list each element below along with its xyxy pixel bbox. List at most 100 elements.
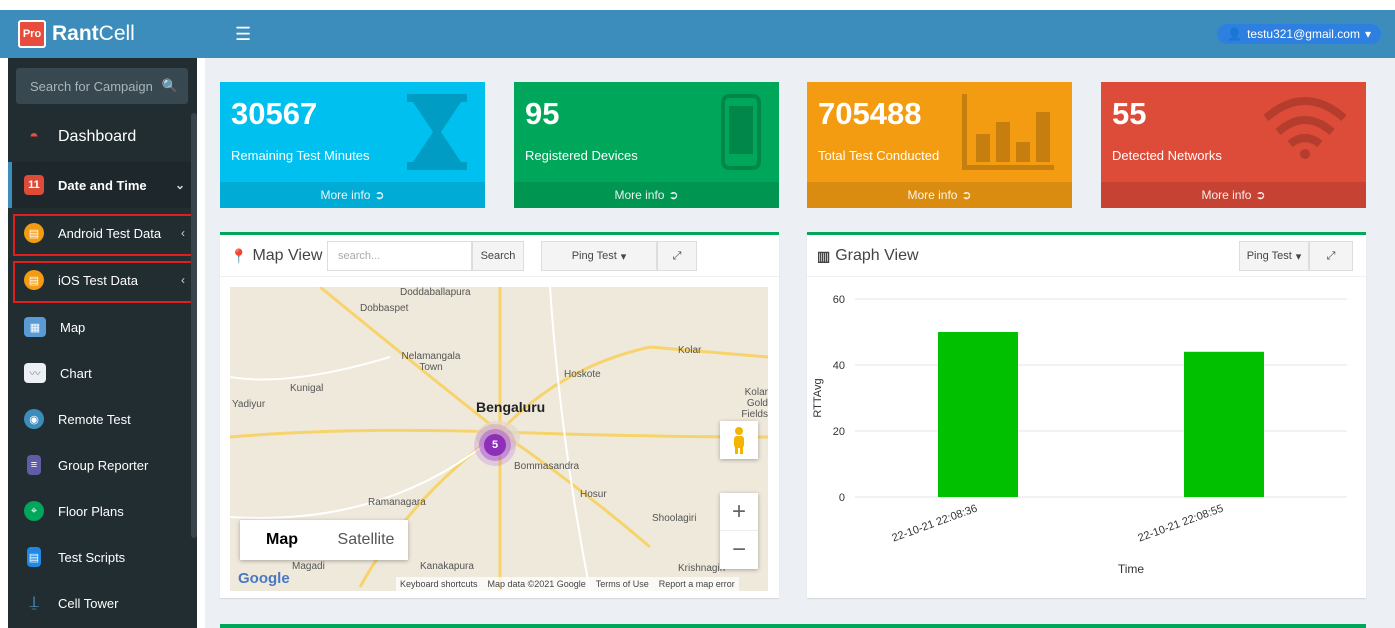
- map-search-input[interactable]: search...: [327, 241, 472, 271]
- user-menu[interactable]: 👤 testu321@gmail.com ▾: [1217, 24, 1381, 44]
- chevron-down-icon: ⌄: [174, 178, 185, 192]
- sidebar-scrollbar[interactable]: [191, 113, 197, 538]
- more-info-label: More info: [907, 188, 958, 202]
- stat-value: 55: [1112, 96, 1147, 131]
- expand-button[interactable]: ⤢: [657, 241, 697, 271]
- sidebar-search[interactable]: Search for Campaign 🔍: [16, 68, 188, 104]
- map-type-satellite[interactable]: Satellite: [324, 520, 408, 560]
- android-data-icon: ▤: [24, 223, 44, 243]
- sidebar-item-ios-test-data[interactable]: ▤ iOS Test Data ‹: [8, 257, 197, 303]
- sidebar-item-label: Chart: [60, 365, 92, 381]
- more-info-link[interactable]: More info ➲: [514, 182, 779, 208]
- map-type-map[interactable]: Map: [240, 520, 324, 560]
- map-place-label: Bommasandra: [514, 461, 580, 472]
- stat-card-total-tests: 705488 Total Test Conducted More info ➲: [807, 82, 1072, 208]
- hourglass-icon: [407, 94, 467, 170]
- sidebar-item-dashboard[interactable]: ◓ Dashboard: [8, 114, 197, 160]
- map-test-type-dropdown[interactable]: Ping Test ▾: [541, 241, 657, 271]
- map-marker-icon: 📍: [230, 247, 248, 264]
- map-type-label: Map: [266, 531, 298, 548]
- google-map[interactable]: Doddaballapura Dobbaspet Nelamangala Tow…: [230, 287, 768, 591]
- caret-down-icon: ▾: [1364, 27, 1371, 41]
- caret-down-icon: ▾: [620, 250, 627, 263]
- arrow-circle-right-icon: ➲: [961, 188, 972, 202]
- stat-label: Remaining Test Minutes: [231, 148, 370, 163]
- search-button-label: Search: [480, 250, 516, 262]
- expand-button[interactable]: ⤢: [1309, 241, 1353, 271]
- zoom-in-button[interactable]: +: [720, 493, 758, 531]
- sidebar-search-input[interactable]: Search for Campaign: [30, 79, 153, 94]
- map-icon: ▦: [24, 317, 46, 337]
- dropdown-label: Ping Test: [1246, 250, 1292, 262]
- street-view-pegman-icon[interactable]: [720, 421, 758, 459]
- y-tick-label: 20: [833, 426, 845, 438]
- ios-data-icon: ▤: [24, 270, 44, 290]
- arrow-circle-right-icon: ➲: [374, 188, 385, 202]
- bar: [1184, 351, 1264, 497]
- x-tick-label: 22-10-21 22:08:55: [1136, 503, 1225, 545]
- map-place-label: Yadiyur: [232, 399, 266, 410]
- sidebar-item-cell-tower[interactable]: ⍊ Cell Tower: [8, 580, 197, 626]
- hamburger-icon[interactable]: ☰: [235, 24, 251, 45]
- map-place-label: Magadi: [292, 561, 325, 572]
- terms-link[interactable]: Terms of Use: [596, 579, 649, 589]
- sidebar-item-label: Group Reporter: [58, 457, 149, 473]
- sidebar: Search for Campaign 🔍 ◓ Dashboard 11 Dat…: [0, 58, 205, 628]
- sidebar-item-label: Dashboard: [58, 128, 137, 145]
- y-tick-label: 60: [833, 294, 845, 306]
- map-place-label: Krishnagiri: [678, 563, 726, 574]
- sidebar-item-label: Floor Plans: [58, 503, 124, 519]
- chevron-left-icon: ‹: [181, 273, 185, 287]
- map-place-label: Doddaballapura: [400, 287, 471, 298]
- sidebar-item-floor-plans[interactable]: ⌖ Floor Plans: [8, 488, 197, 534]
- sidebar-item-android-test-data[interactable]: ▤ Android Test Data ‹: [8, 210, 197, 256]
- user-icon: 👤: [1227, 27, 1243, 41]
- more-info-link[interactable]: More info ➲: [807, 182, 1072, 208]
- panel-title: Map View: [252, 247, 323, 264]
- report-error-link[interactable]: Report a map error: [659, 579, 735, 589]
- map-cluster-marker[interactable]: 5: [484, 434, 506, 456]
- more-info-label: More info: [1201, 188, 1252, 202]
- expand-icon: ⤢: [672, 249, 682, 262]
- map-view-panel: 📍 Map View search... Search Ping Test ▾ ⤢…: [220, 232, 779, 598]
- more-info-link[interactable]: More info ➲: [1101, 182, 1366, 208]
- map-place-label: Kolar: [678, 345, 702, 356]
- google-logo-text: Google: [238, 570, 290, 587]
- sidebar-item-remote-test[interactable]: ◉ Remote Test: [8, 396, 197, 442]
- expand-icon: ⤢: [1326, 249, 1336, 262]
- map-place-label: Dobbaspet: [360, 303, 409, 314]
- map-place-label: Hoskote: [564, 369, 601, 380]
- logo[interactable]: Pro RantCell: [0, 0, 205, 58]
- map-place-label: Kunigal: [290, 383, 324, 394]
- top-navbar: ☰ 👤 testu321@gmail.com ▾: [205, 0, 1395, 58]
- map-attribution: Keyboard shortcuts Map data ©2021 Google…: [396, 577, 739, 591]
- map-place-label: Hosur: [580, 489, 607, 500]
- map-type-toggle: Map Satellite: [240, 520, 408, 560]
- stat-label: Detected Networks: [1112, 148, 1222, 163]
- sidebar-item-chart[interactable]: 〰 Chart: [8, 350, 197, 396]
- script-icon: ▤: [27, 547, 41, 567]
- x-tick-label: 22-10-21 22:08:36: [890, 503, 979, 545]
- map-search-button[interactable]: Search: [472, 241, 524, 271]
- y-axis-title: RTTAvg: [812, 378, 824, 417]
- caret-down-icon: ▾: [1295, 250, 1302, 263]
- sidebar-item-group-reporter[interactable]: ≡ Group Reporter: [8, 442, 197, 488]
- zoom-out-button[interactable]: −: [720, 531, 758, 569]
- stat-card-detected-networks: 55 Detected Networks More info ➲: [1101, 82, 1366, 208]
- sidebar-item-test-scripts[interactable]: ▤ Test Scripts: [8, 534, 197, 580]
- map-place-label: Nelamangala Town: [401, 351, 461, 373]
- x-axis-title: Time: [1118, 562, 1145, 576]
- app-name-rest: Cell: [98, 22, 135, 45]
- more-info-label: More info: [614, 188, 665, 202]
- remote-icon: ◉: [24, 409, 44, 429]
- sidebar-item-label: iOS Test Data: [58, 272, 138, 288]
- panel-title: Graph View: [835, 247, 919, 264]
- graph-test-type-dropdown[interactable]: Ping Test ▾: [1239, 241, 1309, 271]
- sidebar-item-label: Test Scripts: [58, 549, 126, 565]
- keyboard-shortcuts-link[interactable]: Keyboard shortcuts: [400, 579, 478, 589]
- sidebar-item-date-time[interactable]: 11 Date and Time ⌄: [8, 162, 197, 208]
- more-info-link[interactable]: More info ➲: [220, 182, 485, 208]
- search-icon[interactable]: 🔍: [162, 78, 178, 94]
- sidebar-item-map[interactable]: ▦ Map: [8, 304, 197, 350]
- google-logo[interactable]: Google: [238, 570, 290, 587]
